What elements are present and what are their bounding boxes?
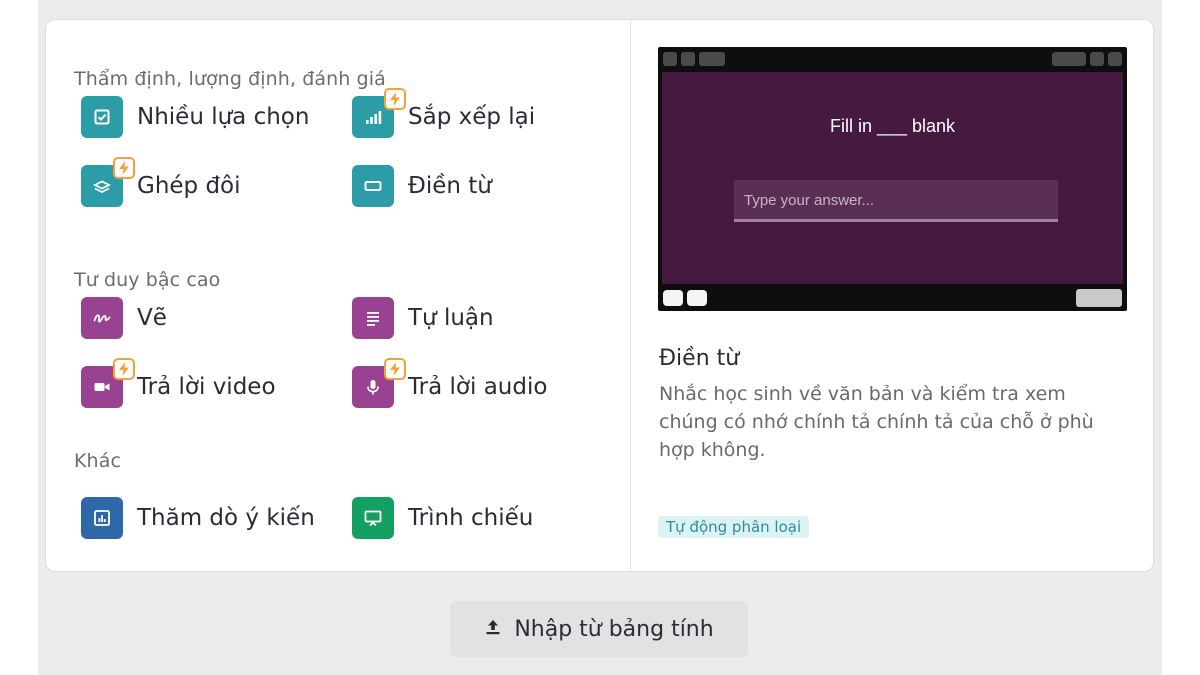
- poll-icon: [81, 497, 123, 539]
- blank-box-icon: [352, 165, 394, 207]
- detail-description: Nhắc học sinh về văn bản và kiểm tra xem…: [659, 383, 1094, 461]
- import-spreadsheet-button[interactable]: Nhập từ bảng tính: [450, 601, 748, 657]
- qtype-slide[interactable]: Trình chiếu: [352, 497, 533, 539]
- qtype-draw[interactable]: Vẽ: [81, 297, 167, 339]
- qtype-label: Vẽ: [137, 305, 167, 331]
- qtype-multiple-choice[interactable]: Nhiều lựa chọn: [81, 96, 309, 138]
- bolt-icon: [384, 358, 406, 380]
- section-title-assessment: Thẩm định, lượng định, đánh giá: [74, 68, 386, 90]
- qtype-fill-blank[interactable]: Điền từ: [352, 165, 492, 207]
- preview-question-text: Fill in ___ blank: [829, 116, 956, 136]
- qtype-label: Sắp xếp lại: [408, 104, 536, 130]
- bar-chart-icon: [352, 88, 406, 138]
- qtype-label: Thăm dò ý kiến: [137, 505, 315, 531]
- presentation-icon: [352, 497, 394, 539]
- draw-icon: [81, 297, 123, 339]
- qtype-essay[interactable]: Tự luận: [352, 297, 494, 339]
- qtype-poll[interactable]: Thăm dò ý kiến: [81, 497, 315, 539]
- preview-answer-input: Type your answer...: [734, 180, 1058, 222]
- video-icon: [81, 358, 135, 408]
- match-icon: [81, 157, 135, 207]
- qtype-label: Điền từ: [408, 173, 492, 199]
- bolt-icon: [113, 157, 135, 179]
- preview-screen: Fill in ___ blank Type your answer...: [662, 72, 1123, 284]
- microphone-icon: [352, 358, 406, 408]
- qtype-match[interactable]: Ghép đôi: [81, 157, 241, 207]
- qtype-label: Trả lời video: [137, 374, 276, 400]
- qtype-reorder[interactable]: Sắp xếp lại: [352, 88, 536, 138]
- bolt-icon: [113, 358, 135, 380]
- qtype-video-response[interactable]: Trả lời video: [81, 358, 276, 408]
- qtype-label: Nhiều lựa chọn: [137, 104, 310, 130]
- auto-grade-badge: Tự động phân loại: [658, 516, 810, 538]
- upload-icon: [484, 618, 502, 640]
- qtype-label: Trình chiếu: [408, 505, 534, 531]
- question-type-list: Thẩm định, lượng định, đánh giá Nhiều lự…: [46, 20, 631, 571]
- preview-top-bar: [658, 51, 1127, 67]
- qtype-label: Ghép đôi: [137, 173, 241, 199]
- qtype-label: Tự luận: [408, 305, 494, 331]
- bolt-icon: [384, 88, 406, 110]
- question-type-panel: Thẩm định, lượng định, đánh giá Nhiều lự…: [45, 19, 1154, 572]
- preview-bottom-bar: [658, 289, 1127, 307]
- qtype-label: Trả lời audio: [408, 374, 548, 400]
- question-preview: Fill in ___ blank Type your answer...: [658, 47, 1127, 311]
- detail-title: Điền từ: [659, 346, 740, 371]
- import-button-label: Nhập từ bảng tính: [514, 616, 714, 642]
- section-title-higher-order: Tư duy bậc cao: [74, 269, 221, 291]
- checkbox-icon: [81, 96, 123, 138]
- question-type-detail: Fill in ___ blank Type your answer... Đi…: [631, 20, 1153, 571]
- text-lines-icon: [352, 297, 394, 339]
- section-title-other: Khác: [74, 450, 121, 472]
- qtype-audio-response[interactable]: Trả lời audio: [352, 358, 548, 408]
